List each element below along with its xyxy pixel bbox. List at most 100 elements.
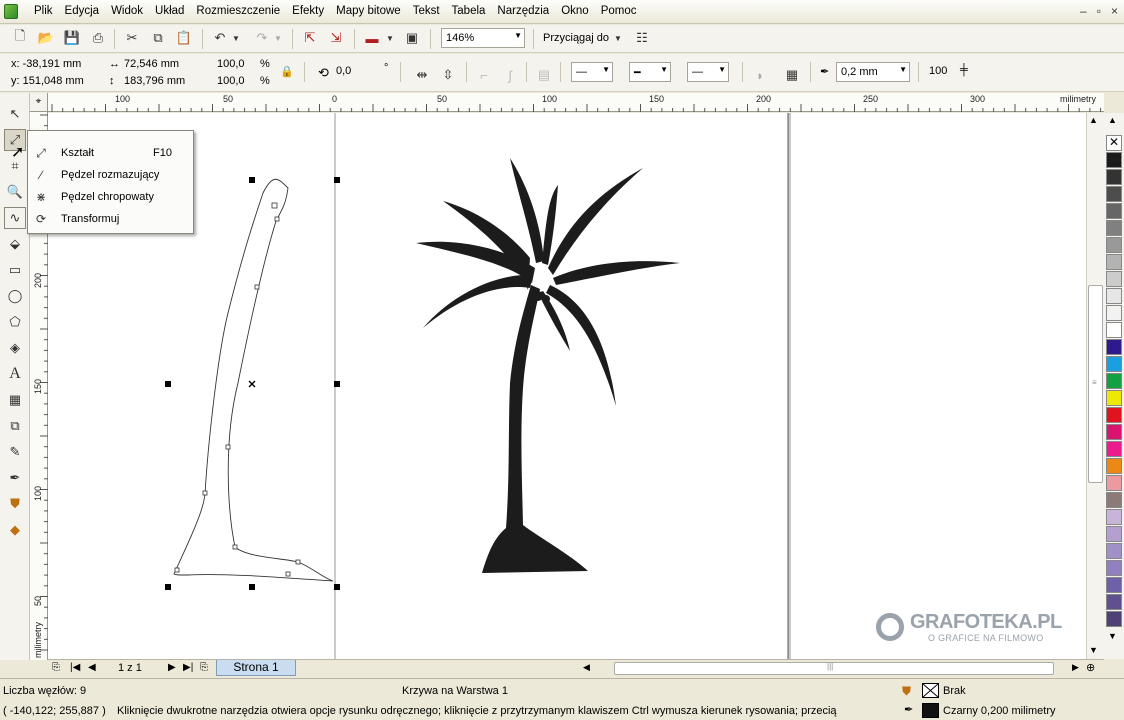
undo-dropdown-icon[interactable]: ▼ [230, 28, 242, 48]
add-page-icon[interactable]: ⎘ [52, 662, 60, 673]
color-swatch[interactable] [1106, 169, 1122, 185]
menu-narzedzia[interactable]: Narzędzia [491, 5, 555, 17]
handle-top-right[interactable] [334, 177, 340, 183]
menu-efekty[interactable]: Efekty [286, 5, 330, 17]
scale-height-field[interactable]: 100,0 [214, 74, 254, 90]
outline-color-swatch[interactable] [922, 703, 939, 718]
export-icon[interactable]: ⇲ [326, 28, 346, 48]
curve-node[interactable] [285, 571, 291, 577]
color-swatch[interactable] [1106, 254, 1122, 270]
ruler-origin-icon[interactable]: ⌖ [30, 93, 48, 112]
color-swatch[interactable] [1106, 373, 1122, 389]
last-page-icon[interactable]: ▶| [183, 662, 193, 673]
copy-icon[interactable]: ⧉ [148, 28, 168, 48]
x-position-field[interactable]: x: -38,191 mm [8, 57, 98, 73]
curve-node[interactable] [271, 202, 278, 209]
paste-icon[interactable]: 📋 [174, 28, 194, 48]
outline-width-select[interactable]: 0,2 mm ▼ [836, 62, 910, 82]
mirror-vertical-icon[interactable]: ⇳ [438, 65, 458, 85]
width-field[interactable]: 72,546 mm [121, 57, 197, 73]
interactive-blend-icon[interactable]: ⧉ [4, 415, 26, 437]
open-folder-icon[interactable]: 📂 [36, 28, 56, 48]
close-button[interactable]: × [1111, 4, 1118, 18]
color-swatch[interactable] [1106, 424, 1122, 440]
curve-node[interactable] [254, 284, 260, 290]
redo-dropdown-icon[interactable]: ▼ [272, 28, 284, 48]
drawing-canvas[interactable]: GRAFOTEKA.PL O GRAFICE NA FILMOWO [48, 113, 1104, 659]
color-swatch[interactable] [1106, 458, 1122, 474]
horizontal-scroll-thumb[interactable]: ||| [614, 662, 1054, 675]
height-field[interactable]: 183,796 mm [121, 74, 197, 90]
color-swatch[interactable] [1106, 339, 1122, 355]
handle-top-center[interactable] [249, 177, 255, 183]
pick-tool-icon[interactable]: ↖ [4, 103, 26, 125]
curve-node[interactable] [232, 544, 238, 550]
undo-icon[interactable]: ↶ [210, 28, 230, 48]
text-tool-icon[interactable]: A [4, 363, 26, 385]
convert-to-curve-icon[interactable]: ∫ [500, 65, 520, 85]
redo-icon[interactable]: ↷ [252, 28, 272, 48]
menu-plik[interactable]: Plik [28, 5, 59, 17]
combine-icon[interactable]: ▤ [534, 65, 554, 85]
handle-middle-left[interactable] [165, 381, 171, 387]
flyout-item-pedzel-chropowaty[interactable]: ⋇ Pędzel chropowaty [28, 187, 193, 207]
horizontal-ruler[interactable]: 100 50 0 50 100 150 200 250 300 milimetr… [48, 93, 1104, 112]
page-tab-strona-1[interactable]: Strona 1 [216, 660, 296, 676]
curve-node[interactable] [174, 567, 180, 573]
snap-dropdown-icon[interactable]: ▼ [612, 28, 624, 48]
zoom-navigator-icon[interactable]: ⊕ [1086, 661, 1095, 674]
curve-node[interactable] [274, 216, 280, 222]
scroll-right-icon[interactable]: ▶ [1072, 662, 1079, 673]
first-page-icon[interactable]: |◀ [70, 662, 80, 673]
freehand-tool-icon[interactable]: ∿ [4, 207, 26, 229]
vertical-scroll-thumb[interactable]: ≡ [1088, 285, 1103, 483]
curve-node[interactable] [295, 559, 301, 565]
color-swatch[interactable] [1106, 152, 1122, 168]
freehand-curve[interactable] [173, 178, 334, 582]
color-swatch[interactable] [1106, 305, 1122, 321]
interactive-fill-icon[interactable]: ◆ [4, 519, 26, 541]
color-swatch[interactable] [1106, 509, 1122, 525]
mirror-horizontal-icon[interactable]: ⇹ [412, 65, 432, 85]
color-swatch[interactable] [1106, 288, 1122, 304]
curve-node[interactable] [202, 490, 208, 496]
ellipse-tool-icon[interactable]: ◯ [4, 285, 26, 307]
scroll-down-icon[interactable]: ▼ [1089, 645, 1098, 655]
basic-shapes-icon[interactable]: ◈ [4, 337, 26, 359]
flyout-item-transformuj[interactable]: ⟳ Transformuj [28, 209, 193, 229]
add-page-after-icon[interactable]: ⎘ [200, 662, 208, 673]
color-swatch[interactable] [1106, 407, 1122, 423]
color-swatch[interactable] [1106, 526, 1122, 542]
menu-okno[interactable]: Okno [555, 5, 595, 17]
import-icon[interactable]: ⇱ [300, 28, 320, 48]
end-arrowhead-select[interactable]: — ▼ [687, 62, 729, 82]
options-icon[interactable]: ☷ [632, 28, 652, 48]
palette-scroll-up-icon[interactable]: ▲ [1108, 115, 1117, 125]
menu-edycja[interactable]: Edycja [59, 5, 106, 17]
menu-tabela[interactable]: Tabela [446, 5, 492, 17]
handle-bottom-right[interactable] [334, 584, 340, 590]
new-document-icon[interactable]: 🗋 [10, 28, 30, 48]
start-arrowhead-select[interactable]: — ▼ [571, 62, 613, 82]
eyedropper-tool-icon[interactable]: ✎ [4, 441, 26, 463]
outline-tool-icon[interactable]: ✒ [4, 467, 26, 489]
color-swatch[interactable] [1106, 203, 1122, 219]
color-swatch[interactable] [1106, 577, 1122, 593]
print-icon[interactable]: ⎙ [88, 28, 108, 48]
welcome-screen-icon[interactable]: ▣ [402, 28, 422, 48]
minimize-button[interactable]: – [1080, 4, 1087, 18]
rectangle-tool-icon[interactable]: ▭ [4, 259, 26, 281]
color-swatch[interactable] [1106, 560, 1122, 576]
line-style-select[interactable]: ━ ▼ [629, 62, 671, 82]
smart-fill-icon[interactable]: ⬙ [4, 233, 26, 255]
save-icon[interactable]: 💾 [62, 28, 82, 48]
color-swatch[interactable] [1106, 475, 1122, 491]
scroll-up-icon[interactable]: ▲ [1089, 115, 1098, 125]
rotation-field[interactable]: 0,0 [333, 64, 377, 80]
menu-rozmieszczenie[interactable]: Rozmieszczenie [190, 5, 286, 17]
menu-uklad[interactable]: Układ [149, 5, 190, 17]
next-page-icon[interactable]: ▶ [168, 662, 176, 673]
color-swatch[interactable] [1106, 543, 1122, 559]
color-swatch[interactable] [1106, 390, 1122, 406]
close-curve-icon[interactable]: ◗ [750, 65, 770, 85]
